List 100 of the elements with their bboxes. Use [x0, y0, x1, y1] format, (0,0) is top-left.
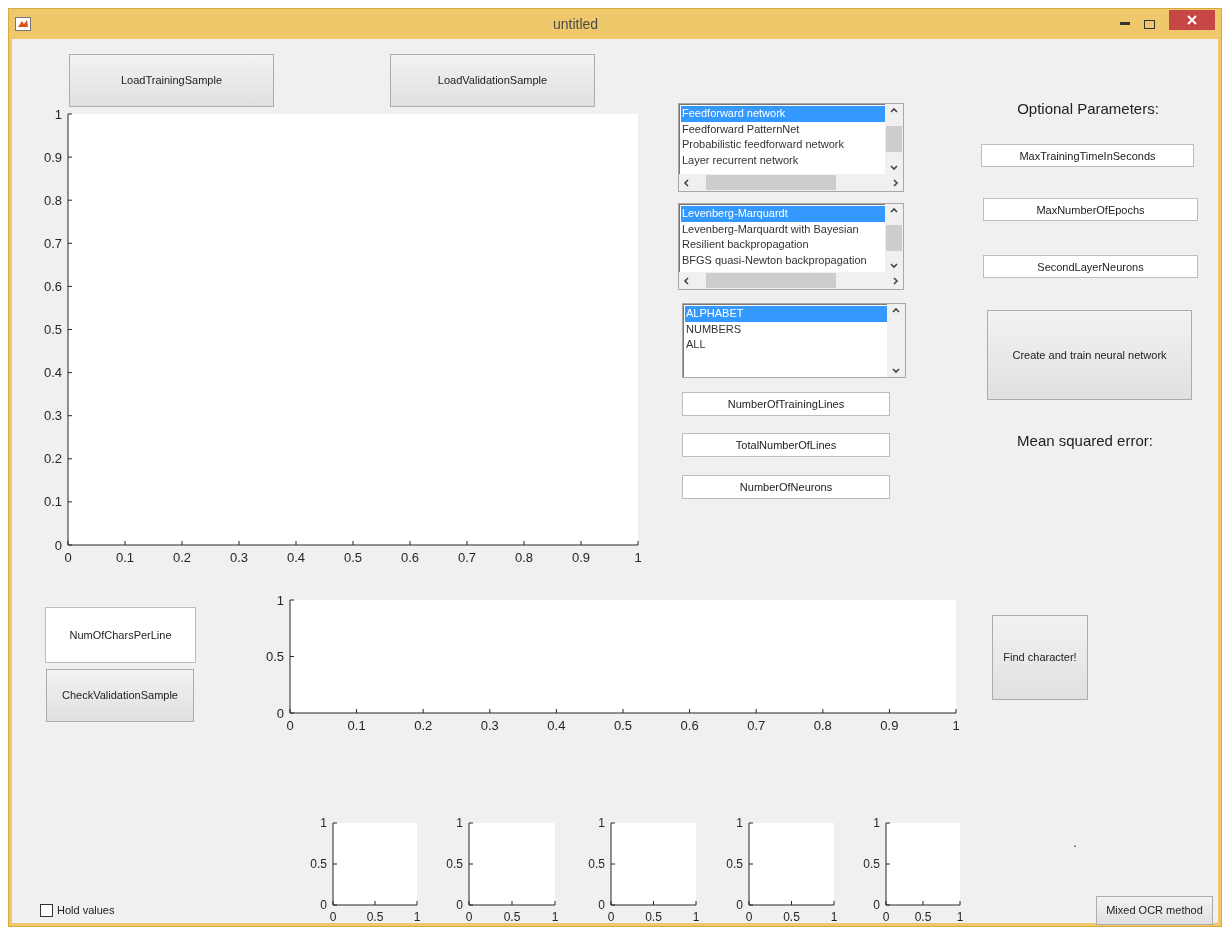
tick-label: 0	[745, 910, 753, 924]
tick-label: 0.6	[680, 718, 699, 733]
scroll-down-icon[interactable]	[892, 368, 900, 374]
tick-label: 0.6	[400, 550, 420, 565]
scroll-up-icon[interactable]	[892, 307, 900, 313]
tick-label: 0.5	[265, 649, 284, 665]
tick-label: 0	[882, 910, 890, 924]
text-field[interactable]: MaxNumberOfEpochs	[983, 198, 1198, 221]
text-field[interactable]: MaxTrainingTimeInSeconds	[981, 144, 1194, 167]
text-field[interactable]: NumberOfNeurons	[682, 475, 890, 499]
tick-label: 0	[276, 705, 284, 721]
tick-label: 0	[456, 898, 463, 913]
tick-label: 0.2	[172, 550, 192, 565]
tick-label: 0.5	[503, 910, 521, 924]
tick-label: 0.9	[571, 550, 591, 565]
text-field[interactable]: SecondLayerNeurons	[983, 255, 1198, 278]
scroll-right-icon[interactable]	[893, 276, 899, 285]
tick-label: 0.3	[480, 718, 499, 733]
tick-label: 0	[286, 718, 294, 733]
window-title: untitled	[551, 14, 600, 34]
text-field[interactable]: TotalNumberOfLines	[682, 433, 890, 457]
scrollbar-thumb[interactable]	[886, 126, 902, 152]
push-button[interactable]: LoadValidationSample	[390, 54, 595, 107]
app-icon	[15, 17, 31, 31]
vertical-scrollbar[interactable]	[885, 204, 903, 272]
list-item[interactable]: Levenberg-Marquardt with Bayesian	[681, 221, 885, 237]
tick-label: 0	[64, 550, 72, 565]
maximize-icon[interactable]	[1144, 19, 1155, 29]
list-item[interactable]: Feedforward PatternNet	[681, 121, 885, 137]
tick-label: 0	[54, 537, 62, 553]
scroll-left-icon[interactable]	[683, 276, 689, 285]
tick-label: 0.4	[43, 365, 62, 381]
checkbox[interactable]	[40, 903, 53, 917]
text-field[interactable]: NumOfCharsPerLine	[45, 607, 196, 663]
list-item[interactable]: NUMBERS	[685, 321, 887, 337]
tick-label: 0	[736, 898, 743, 913]
tick-label: 1	[692, 910, 700, 924]
push-button[interactable]: Mixed OCR method	[1096, 896, 1213, 925]
scrollbar-thumb[interactable]	[886, 225, 902, 251]
push-button[interactable]: LoadTrainingSample	[69, 54, 274, 107]
tick-label: 1	[276, 592, 284, 608]
tick-label: 0.5	[613, 718, 633, 733]
tick-label: 1	[456, 816, 463, 831]
list-item[interactable]: ALL	[685, 337, 887, 353]
scrollbar-thumb[interactable]	[706, 273, 836, 288]
horizontal-scrollbar[interactable]	[679, 272, 903, 289]
vertical-scrollbar[interactable]	[885, 104, 903, 174]
tick-label: 0.6	[43, 278, 62, 294]
tick-label: 0.7	[43, 235, 62, 251]
list-item[interactable]: Resilient backpropagation	[681, 237, 885, 253]
scroll-left-icon[interactable]	[683, 178, 689, 187]
push-button[interactable]: Find character!	[992, 615, 1088, 700]
static-label: Optional Parameters:	[1016, 99, 1160, 119]
scrollbar-thumb[interactable]	[706, 175, 836, 190]
tick-label: 0.4	[286, 550, 306, 565]
tick-label: 1	[598, 816, 605, 831]
tick-label: 0.5	[588, 857, 605, 872]
push-button[interactable]: CheckValidationSample	[46, 669, 194, 722]
tick-label: 0.5	[914, 910, 932, 924]
tick-label: 0.2	[43, 451, 62, 467]
tick-label: 0.8	[813, 718, 832, 733]
tick-label: 0	[598, 898, 605, 913]
tick-label: 1	[830, 910, 838, 924]
tick-label: 0.3	[229, 550, 249, 565]
tick-label: 1	[956, 910, 964, 924]
checkbox-label: Hold values	[57, 902, 115, 918]
tick-label: 0.1	[347, 718, 366, 733]
tick-label: 0.5	[863, 857, 880, 872]
tick-label: 0.5	[43, 322, 62, 338]
list-item[interactable]: BFGS quasi-Newton backpropagation	[681, 252, 885, 268]
tick-label: 0.5	[310, 857, 327, 872]
tick-label: 0.1	[43, 494, 62, 510]
tick-label: 0.5	[645, 910, 662, 924]
tick-label: 0.9	[43, 149, 62, 165]
scroll-down-icon[interactable]	[890, 165, 898, 171]
static-label: Mean squared error:	[1016, 431, 1154, 451]
tick-label: 0.5	[366, 910, 384, 924]
list-item[interactable]: Layer recurrent network	[681, 152, 885, 168]
scroll-right-icon[interactable]	[893, 178, 899, 187]
tick-label: 0.8	[43, 192, 62, 208]
text-field[interactable]: NumberOfTrainingLines	[682, 392, 890, 416]
tick-label: 0.5	[726, 857, 743, 872]
tick-label: 0	[320, 898, 327, 913]
close-button[interactable]	[1169, 10, 1215, 30]
tick-label: 1	[736, 816, 743, 831]
tick-label: 1	[551, 910, 559, 924]
scroll-down-icon[interactable]	[890, 263, 898, 269]
tick-label: 0.7	[747, 718, 766, 733]
scroll-up-icon[interactable]	[890, 107, 898, 113]
tick-label: 0.5	[446, 857, 463, 872]
tick-label: 0	[873, 898, 880, 913]
tick-label: 1	[413, 910, 421, 924]
minimize-icon[interactable]	[1120, 22, 1130, 26]
tick-label: 0.5	[343, 550, 363, 565]
horizontal-scrollbar[interactable]	[679, 174, 903, 191]
close-icon	[1187, 15, 1197, 25]
push-button[interactable]: Create and train neural network	[987, 310, 1192, 400]
list-item[interactable]: Probabilistic feedforward network	[681, 137, 885, 153]
vertical-scrollbar[interactable]	[887, 304, 905, 377]
scroll-up-icon[interactable]	[890, 207, 898, 213]
